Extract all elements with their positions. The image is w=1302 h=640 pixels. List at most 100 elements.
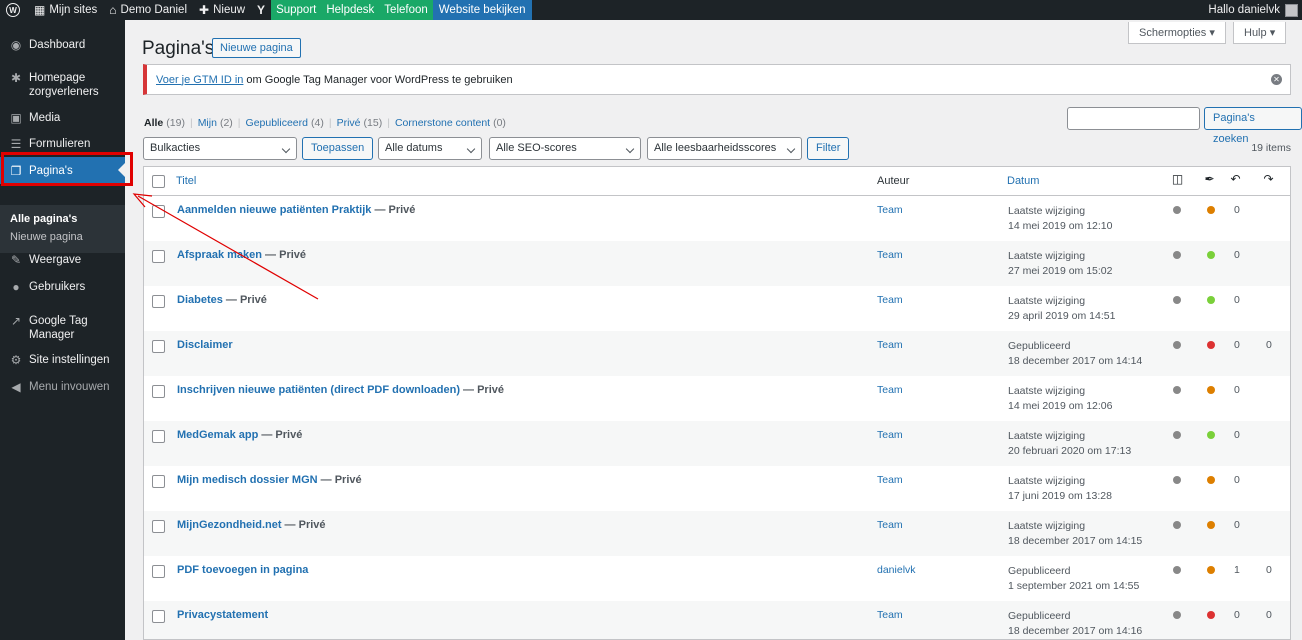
date-value: 17 juni 2019 om 13:28 xyxy=(1008,489,1112,502)
page-title-link[interactable]: Mijn medisch dossier MGN xyxy=(177,474,318,486)
wordpress-logo-icon: W xyxy=(6,3,20,17)
sidebar-item-dashboard[interactable]: ◉ Dashboard xyxy=(0,38,125,52)
row-checkbox[interactable] xyxy=(152,430,165,443)
row-checkbox[interactable] xyxy=(152,340,165,353)
outgoing-links-icon[interactable]: ↶ xyxy=(1229,172,1242,187)
sidebar-item-label: Dashboard xyxy=(29,39,86,51)
sidebar-item-settings[interactable]: ⚙ Site instellingen xyxy=(0,353,125,367)
incoming-links-icon[interactable]: ↷ xyxy=(1262,172,1275,187)
author-link[interactable]: danielvk xyxy=(877,564,916,576)
filter-count: (15) xyxy=(363,117,383,129)
author-link[interactable]: Team xyxy=(877,294,903,306)
helpdesk-link[interactable]: Helpdesk xyxy=(321,0,380,20)
page-title-link[interactable]: Diabetes xyxy=(177,294,223,306)
seo-filter-select[interactable]: Alle SEO-scores xyxy=(489,137,641,160)
search-input[interactable] xyxy=(1067,107,1200,130)
page-title-link[interactable]: Inschrijven nieuwe patiënten (direct PDF… xyxy=(177,384,460,396)
date-status: Laatste wijziging xyxy=(1008,295,1086,307)
caret-down-icon: ▾ xyxy=(1209,27,1215,39)
author-link[interactable]: Team xyxy=(877,519,903,531)
pages-submenu: Alle pagina's Nieuwe pagina xyxy=(0,205,125,253)
help-button[interactable]: Hulp ▾ xyxy=(1233,22,1287,44)
filter-count: (19) xyxy=(166,117,185,129)
readability-dot xyxy=(1207,521,1215,529)
readability-dot xyxy=(1207,251,1215,259)
seo-score-icon[interactable]: ◫ xyxy=(1171,172,1184,187)
submenu-new-page[interactable]: Nieuwe pagina xyxy=(10,231,83,243)
page-title-link[interactable]: Afspraak maken xyxy=(177,249,262,261)
column-title[interactable]: Titel xyxy=(176,175,196,187)
support-link[interactable]: Support xyxy=(271,0,322,20)
sidebar-item-users[interactable]: ● Gebruikers xyxy=(0,280,125,294)
page-title-link[interactable]: MedGemak app xyxy=(177,429,258,441)
filter-private[interactable]: Privé xyxy=(337,117,361,129)
caret-down-icon: ▾ xyxy=(1269,27,1276,39)
dismiss-icon[interactable]: ✕ xyxy=(1271,74,1282,85)
new-content-label: Nieuw xyxy=(213,4,246,16)
screen-options-button[interactable]: Schermopties ▾ xyxy=(1128,22,1226,44)
sidebar-item-appearance[interactable]: ✎ Weergave xyxy=(0,253,125,267)
row-checkbox[interactable] xyxy=(152,565,165,578)
sidebar-item-media[interactable]: ▣ Media xyxy=(0,111,125,125)
row-checkbox[interactable] xyxy=(152,610,165,623)
yoast-menu[interactable]: Y xyxy=(251,0,271,20)
new-content-menu[interactable]: ✚ Nieuw xyxy=(193,0,251,20)
filter-published[interactable]: Gepubliceerd xyxy=(246,117,308,129)
column-date[interactable]: Datum xyxy=(1007,175,1039,187)
notice-text: om Google Tag Manager voor WordPress te … xyxy=(246,73,513,86)
page-title-link[interactable]: Disclaimer xyxy=(177,339,233,351)
person-icon: ✱ xyxy=(10,71,22,85)
author-link[interactable]: Team xyxy=(877,474,903,486)
filter-mine[interactable]: Mijn xyxy=(198,117,217,129)
apply-button[interactable]: Toepassen xyxy=(302,137,374,160)
readability-filter-select[interactable]: Alle leesbaarheidsscores xyxy=(647,137,802,160)
row-checkbox[interactable] xyxy=(152,205,165,218)
site-name-menu[interactable]: ⌂ Demo Daniel xyxy=(103,0,193,20)
seo-score-dot xyxy=(1173,341,1181,349)
page-title-link[interactable]: Aanmelden nieuwe patiënten Praktijk xyxy=(177,204,371,216)
my-sites-menu[interactable]: ▦ Mijn sites xyxy=(28,0,103,20)
filter-button[interactable]: Filter xyxy=(807,137,850,160)
sidebar-item-gtm[interactable]: ↗ Google Tag Manager xyxy=(0,314,125,342)
author-link[interactable]: Team xyxy=(877,384,903,396)
filter-all[interactable]: Alle xyxy=(144,117,163,129)
sidebar-item-forms[interactable]: ☰ Formulieren xyxy=(0,137,125,151)
account-menu[interactable]: Hallo danielvk xyxy=(1208,3,1302,17)
table-row: Aanmelden nieuwe patiënten Praktijk — Pr… xyxy=(144,196,1290,241)
add-new-page-button[interactable]: Nieuwe pagina xyxy=(212,38,301,58)
page-title-link[interactable]: MijnGezondheid.net xyxy=(177,519,282,531)
view-site-link[interactable]: Website bekijken xyxy=(432,0,532,20)
separator: | xyxy=(328,117,332,129)
row-title: Mijn medisch dossier MGN — Privé xyxy=(177,474,362,486)
author-link[interactable]: Team xyxy=(877,204,903,216)
author-link[interactable]: Team xyxy=(877,609,903,621)
seo-score-dot xyxy=(1173,206,1181,214)
page-title-link[interactable]: Privacystatement xyxy=(177,609,268,621)
readability-icon[interactable]: ✒ xyxy=(1203,172,1216,187)
row-checkbox[interactable] xyxy=(152,385,165,398)
search-pages-button[interactable]: Pagina's zoeken xyxy=(1204,107,1302,145)
sidebar-item-homepage[interactable]: ✱ Homepage zorgverleners xyxy=(0,71,125,99)
filter-cornerstone[interactable]: Cornerstone content xyxy=(395,117,490,129)
page-state: — Privé xyxy=(258,429,303,441)
outgoing-links-count: 0 xyxy=(1234,474,1240,486)
submenu-all-pages[interactable]: Alle pagina's xyxy=(10,213,77,225)
row-checkbox[interactable] xyxy=(152,295,165,308)
filter-count: (4) xyxy=(311,117,324,129)
wordpress-menu[interactable]: W xyxy=(0,0,28,20)
date-status: Laatste wijziging xyxy=(1008,520,1086,532)
row-checkbox[interactable] xyxy=(152,475,165,488)
bulk-actions-select[interactable]: Bulkacties xyxy=(143,137,297,160)
sidebar-collapse[interactable]: ◀ Menu invouwen xyxy=(0,380,125,394)
gtm-id-link[interactable]: Voer je GTM ID in xyxy=(156,74,243,86)
author-link[interactable]: Team xyxy=(877,249,903,261)
row-checkbox[interactable] xyxy=(152,520,165,533)
select-all-checkbox[interactable] xyxy=(152,175,165,188)
date-filter-select[interactable]: Alle datums xyxy=(378,137,482,160)
chart-icon: ↗ xyxy=(10,314,22,328)
phone-link[interactable]: Telefoon xyxy=(379,0,433,20)
author-link[interactable]: Team xyxy=(877,339,903,351)
author-link[interactable]: Team xyxy=(877,429,903,441)
page-title-link[interactable]: PDF toevoegen in pagina xyxy=(177,564,308,576)
row-checkbox[interactable] xyxy=(152,250,165,263)
